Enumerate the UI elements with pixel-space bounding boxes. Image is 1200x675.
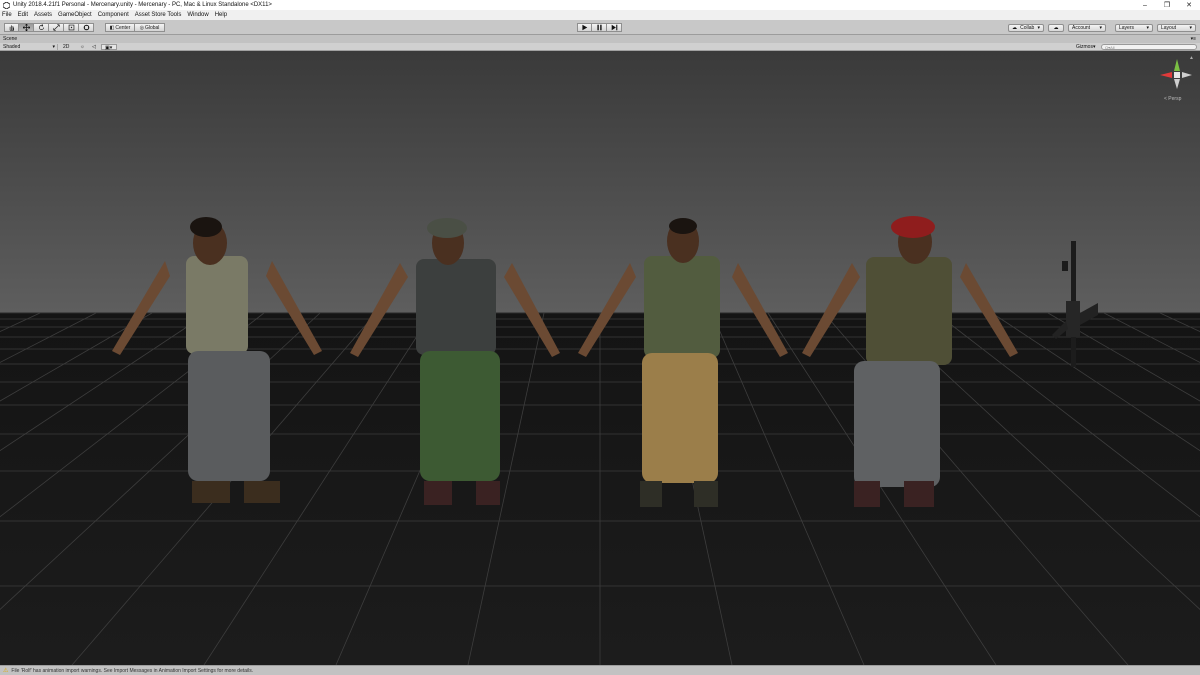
layout-label: Layout [1161, 25, 1177, 31]
layout-dropdown[interactable]: Layout ▾ [1157, 24, 1196, 32]
scale-tool-button[interactable] [49, 23, 64, 32]
skybox [0, 51, 1200, 313]
gizmo-center-cube[interactable] [1174, 72, 1180, 78]
move-tool-button[interactable] [19, 23, 34, 32]
rect-icon [68, 24, 74, 31]
pivot-center-toggle[interactable]: ◧ Center [105, 23, 135, 32]
audio-toggle[interactable]: ◁ [89, 44, 98, 50]
maximize-button[interactable]: ❐ [1156, 0, 1178, 10]
scene-search-input[interactable]: Q▾All [1101, 44, 1197, 50]
window-title: Unity 2018.4.21f1 Personal - Mercenary.u… [13, 2, 272, 8]
close-button[interactable]: ✕ [1178, 0, 1200, 10]
chevron-down-icon: ▾ [1092, 44, 1096, 50]
cloud-icon: ☁ [1053, 25, 1059, 31]
unity-logo-icon [2, 1, 10, 9]
account-dropdown[interactable]: Account ▾ [1068, 24, 1106, 32]
scale-icon [52, 24, 60, 31]
rotate-icon [38, 24, 44, 30]
menu-edit[interactable]: Edit [18, 12, 28, 18]
scene-viewport[interactable]: < Persp ▲ [0, 51, 1200, 665]
shading-mode-dropdown[interactable]: Shaded ▾ [0, 44, 58, 50]
play-icon [582, 24, 588, 31]
toggle-2d-button[interactable]: 2D [60, 44, 73, 50]
menu-bar: File Edit Assets GameObject Component As… [0, 10, 1200, 20]
pivot-icon: ◧ [109, 24, 115, 31]
scene-tab-label: Scene [3, 36, 18, 42]
chevron-down-icon: ▾ [1146, 25, 1149, 31]
layers-label: Layers [1119, 25, 1135, 31]
collab-dropdown[interactable]: ☁ Collab ▾ [1008, 24, 1044, 32]
menu-component[interactable]: Component [98, 12, 129, 18]
chevron-down-icon: ▾ [1189, 25, 1192, 31]
speaker-icon: ◁ [92, 44, 96, 50]
menu-asset-store-tools[interactable]: Asset Store Tools [135, 12, 182, 18]
hand-tool-button[interactable] [4, 23, 19, 32]
transform-tool-button[interactable] [79, 23, 94, 32]
step-button[interactable] [607, 23, 622, 32]
scene-canvas[interactable]: < Persp [0, 51, 1200, 665]
collab-label: Collab [1020, 25, 1035, 31]
menu-assets[interactable]: Assets [34, 12, 52, 18]
pause-button[interactable] [592, 23, 607, 32]
scene-tab-bar: Scene ▾≡ [0, 35, 1200, 43]
step-icon [611, 24, 617, 31]
chevron-down-icon: ▾ [1037, 25, 1040, 31]
status-bar[interactable]: ⚠ File 'Rolf' has animation import warni… [0, 665, 1200, 675]
gizmos-dropdown[interactable]: Gizmos▾ [1073, 44, 1099, 50]
globe-icon: ◎ [139, 24, 144, 31]
tab-scene[interactable]: Scene [0, 35, 40, 43]
main-toolbar: ◧ Center ◎ Global ☁ Collab ▾ ☁ Account ▾ Laye… [0, 20, 1200, 35]
effects-dropdown[interactable]: ▣▾ [101, 44, 117, 51]
chevron-down-icon: ▾ [1099, 25, 1102, 31]
menu-gameobject[interactable]: GameObject [58, 12, 92, 18]
account-label: Account [1072, 25, 1091, 31]
rotate-tool-button[interactable] [34, 23, 49, 32]
status-message: File 'Rolf' has animation import warning… [11, 667, 254, 674]
pivot-toggles: ◧ Center ◎ Global [105, 23, 165, 32]
transform-icon [83, 24, 89, 31]
rect-tool-button[interactable] [64, 23, 79, 32]
lighting-toggle[interactable]: ☼ [77, 44, 86, 50]
shading-mode-label: Shaded [3, 44, 21, 50]
cloud-button[interactable]: ☁ [1048, 24, 1064, 32]
warning-icon: ⚠ [3, 668, 9, 674]
title-bar: Unity 2018.4.21f1 Personal - Mercenary.u… [0, 0, 1200, 10]
collab-icon: ☁ [1012, 25, 1017, 31]
transform-tools [4, 23, 94, 32]
persp-label[interactable]: < Persp [1164, 96, 1182, 102]
pause-icon [596, 24, 602, 31]
light-icon: ☼ [80, 44, 85, 50]
move-icon [22, 24, 30, 31]
gizmos-label: Gizmos [1076, 44, 1093, 50]
scene-control-bar: Shaded ▾ 2D ☼ ◁ ▣▾ Gizmos▾ Q▾All [0, 43, 1200, 51]
lock-icon[interactable]: ▲ [1189, 55, 1194, 61]
menu-help[interactable]: Help [215, 12, 227, 18]
play-button[interactable] [577, 23, 592, 32]
pivot-label: Center [115, 24, 131, 31]
minimize-button[interactable]: – [1134, 0, 1156, 10]
layers-dropdown[interactable]: Layers ▾ [1115, 24, 1153, 32]
space-label: Global [144, 24, 160, 31]
hand-icon [9, 25, 14, 31]
space-global-toggle[interactable]: ◎ Global [135, 23, 165, 32]
chevron-down-icon: ▾ [52, 44, 55, 50]
mode-2d-label: 2D [63, 44, 70, 50]
tab-menu-icon[interactable]: ▾≡ [1191, 35, 1196, 43]
play-controls [577, 23, 622, 32]
menu-window[interactable]: Window [187, 12, 208, 18]
menu-file[interactable]: File [2, 12, 12, 18]
